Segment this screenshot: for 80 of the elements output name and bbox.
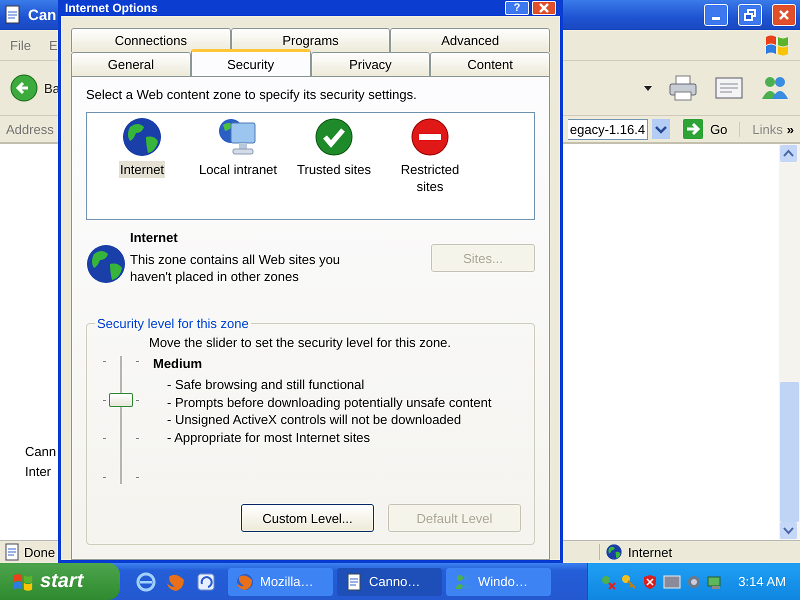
vm-icon[interactable] [663, 574, 682, 590]
address-label: Address [6, 122, 54, 136]
instruction-text: Select a Web content zone to specify its security settings. [86, 87, 418, 102]
level-button[interactable]: Custom Level... [241, 504, 374, 532]
window-title: Can [28, 6, 56, 24]
scroll-thumb[interactable] [780, 382, 799, 522]
address-field[interactable]: egacy-1.16.4 [568, 118, 648, 140]
globe-icon [122, 117, 162, 157]
restore-button[interactable] [738, 4, 762, 26]
restore-icon [744, 9, 756, 21]
people-icon[interactable] [760, 75, 790, 101]
close-button[interactable] [532, 1, 556, 15]
zone-item[interactable]: Internet [118, 161, 166, 178]
status-text: Done [24, 544, 56, 560]
menu-item[interactable]: File [10, 38, 31, 52]
tab[interactable]: Advanced [390, 28, 550, 52]
edit-page-icon[interactable] [714, 75, 744, 101]
tab[interactable]: Programs [230, 28, 390, 52]
minimize-icon [712, 17, 720, 20]
page-text: Inter [25, 463, 52, 481]
close-button[interactable] [772, 4, 796, 26]
zone-item[interactable]: Restricted sites [385, 161, 475, 195]
group-title: Security level for this zone [96, 316, 250, 331]
security-slider[interactable] [101, 356, 141, 484]
taskbar-button[interactable]: Canno… [337, 568, 442, 596]
tab[interactable]: Connections [71, 28, 231, 52]
fox-globe-icon [236, 572, 254, 590]
close-icon [778, 9, 790, 21]
menu-item[interactable]: E [48, 38, 58, 52]
scroll-down-icon[interactable] [780, 522, 797, 539]
minimize-button[interactable] [704, 4, 728, 26]
zone-item[interactable]: Trusted sites [296, 161, 372, 178]
globe-icon [606, 544, 622, 560]
help-button[interactable]: ? [505, 1, 529, 15]
dropdown-icon[interactable] [652, 119, 670, 139]
zone-description: This zone contains all Web sites you haven't placed in other zones [130, 251, 342, 285]
zone-text: Internet [628, 544, 672, 560]
slider-thumb[interactable] [109, 392, 133, 407]
level-description: - Safe browsing and still functional [167, 376, 366, 394]
start-button[interactable]: start [0, 563, 120, 600]
scrollbar[interactable] [779, 144, 800, 540]
level-name: Medium [153, 356, 204, 371]
taskbar-button[interactable]: Mozilla… [228, 568, 333, 596]
page-text: Cann [25, 443, 58, 461]
window-title: Internet Options [65, 1, 158, 15]
key-icon[interactable] [621, 574, 638, 590]
go-button[interactable]: Go [674, 118, 736, 140]
close-icon [539, 3, 549, 13]
browser-e-icon[interactable] [136, 572, 156, 592]
caret-icon[interactable] [644, 84, 652, 92]
scroll-up-icon[interactable] [780, 145, 797, 162]
checkmark-icon [314, 117, 354, 157]
tab[interactable]: Privacy [310, 52, 430, 76]
page-icon [4, 543, 20, 561]
tab[interactable]: General [71, 52, 191, 76]
fox-globe-icon[interactable] [166, 572, 186, 592]
slider-hint: Move the slider to set the security level for this zone. [149, 335, 452, 350]
network-icon[interactable] [600, 574, 616, 590]
no-entry-icon [410, 117, 450, 157]
speaker-icon[interactable] [686, 574, 702, 590]
printer-icon[interactable] [668, 75, 698, 101]
tab[interactable]: Content [430, 52, 550, 76]
windows-flag-icon [12, 572, 34, 592]
update-icon[interactable] [196, 572, 216, 592]
level-description: - Prompts before downloading potentially unsafe content [167, 394, 492, 411]
globe-icon [86, 244, 126, 284]
zone-name: Internet [130, 230, 179, 245]
level-description: - Appropriate for most Internet sites [167, 428, 372, 446]
display-icon[interactable] [707, 574, 724, 590]
clock: 3:14 AM [738, 574, 786, 589]
people-icon [454, 572, 472, 590]
level-description: - Unsigned ActiveX controls will not be downloaded [167, 411, 462, 428]
taskbar-button[interactable]: Windo… [446, 568, 551, 596]
tab[interactable]: Security [190, 49, 310, 76]
shield-icon[interactable] [642, 574, 658, 590]
windows-flag-icon [764, 33, 790, 57]
document-icon [4, 5, 22, 25]
zone-item[interactable]: Local intranet [198, 161, 278, 178]
chevron-button[interactable]: » [786, 122, 794, 136]
document-icon [345, 572, 363, 590]
